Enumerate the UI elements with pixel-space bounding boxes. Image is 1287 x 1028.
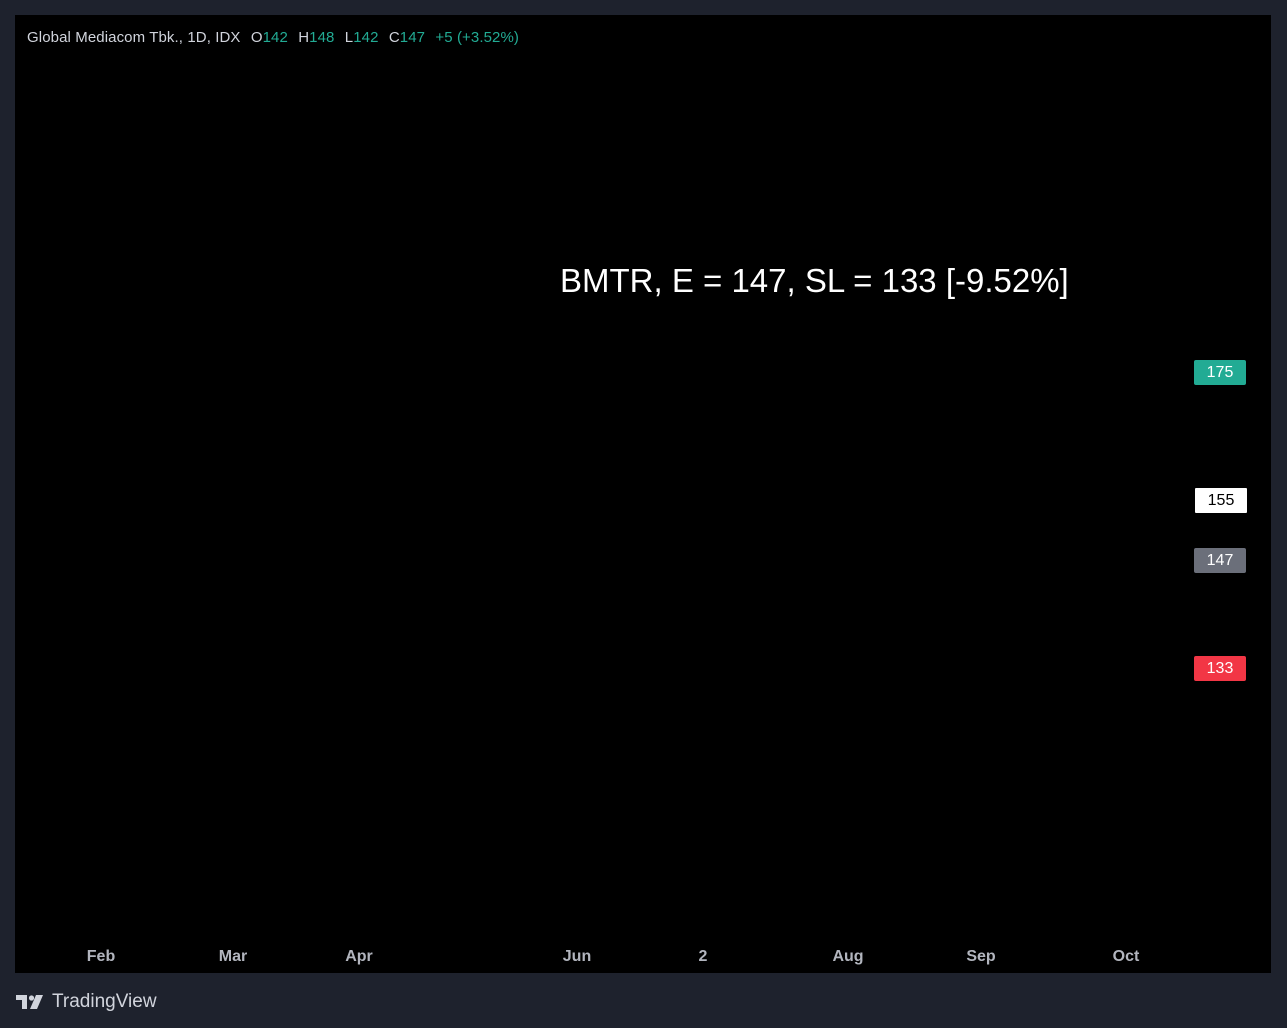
stop-price-tag: 133 (1194, 656, 1246, 681)
trade-annotation[interactable]: BMTR, E = 147, SL = 133 [-9.52%] (560, 262, 1069, 300)
x-tick-label: Feb (87, 948, 116, 965)
high-label: H (298, 29, 310, 46)
target-price-tag: 175 (1194, 360, 1246, 385)
time-axis[interactable]: Feb Mar Apr Jun 2 Aug Sep Oct (87, 948, 1140, 965)
x-tick-label: Mar (219, 948, 247, 965)
change-value: +5 (+3.52%) (435, 29, 520, 46)
brand-name: TradingView (52, 991, 157, 1012)
x-tick-label: Apr (345, 948, 373, 965)
tradingview-logo-icon (16, 995, 43, 1009)
x-tick-label: Aug (832, 948, 863, 965)
high-value: 148 (309, 29, 335, 46)
open-label: O (250, 29, 263, 46)
x-tick-label: 2 (699, 948, 708, 965)
tradingview-brand[interactable]: TradingView (16, 990, 157, 1014)
low-label: L (344, 29, 354, 46)
resistance-price-tag: 155 (1194, 487, 1248, 514)
chart-window: 2402302202102001901801721641551471401341… (0, 0, 1287, 1028)
x-tick-label: Sep (966, 948, 996, 965)
symbol-legend: Global Mediacom Tbk., 1D, IDX O142 H148 … (27, 29, 519, 46)
low-value: 142 (353, 29, 379, 46)
close-value: 147 (399, 29, 426, 46)
last-price-tag: 147 (1194, 548, 1246, 573)
x-tick-label: Jun (563, 948, 591, 965)
x-tick-label: Oct (1113, 948, 1140, 965)
chart-canvas[interactable]: 2402302202102001901801721641551471401341… (0, 0, 1287, 1028)
symbol-name: Global Mediacom Tbk., 1D, IDX (27, 29, 241, 46)
open-value: 142 (262, 29, 288, 46)
close-label: C (388, 29, 400, 46)
